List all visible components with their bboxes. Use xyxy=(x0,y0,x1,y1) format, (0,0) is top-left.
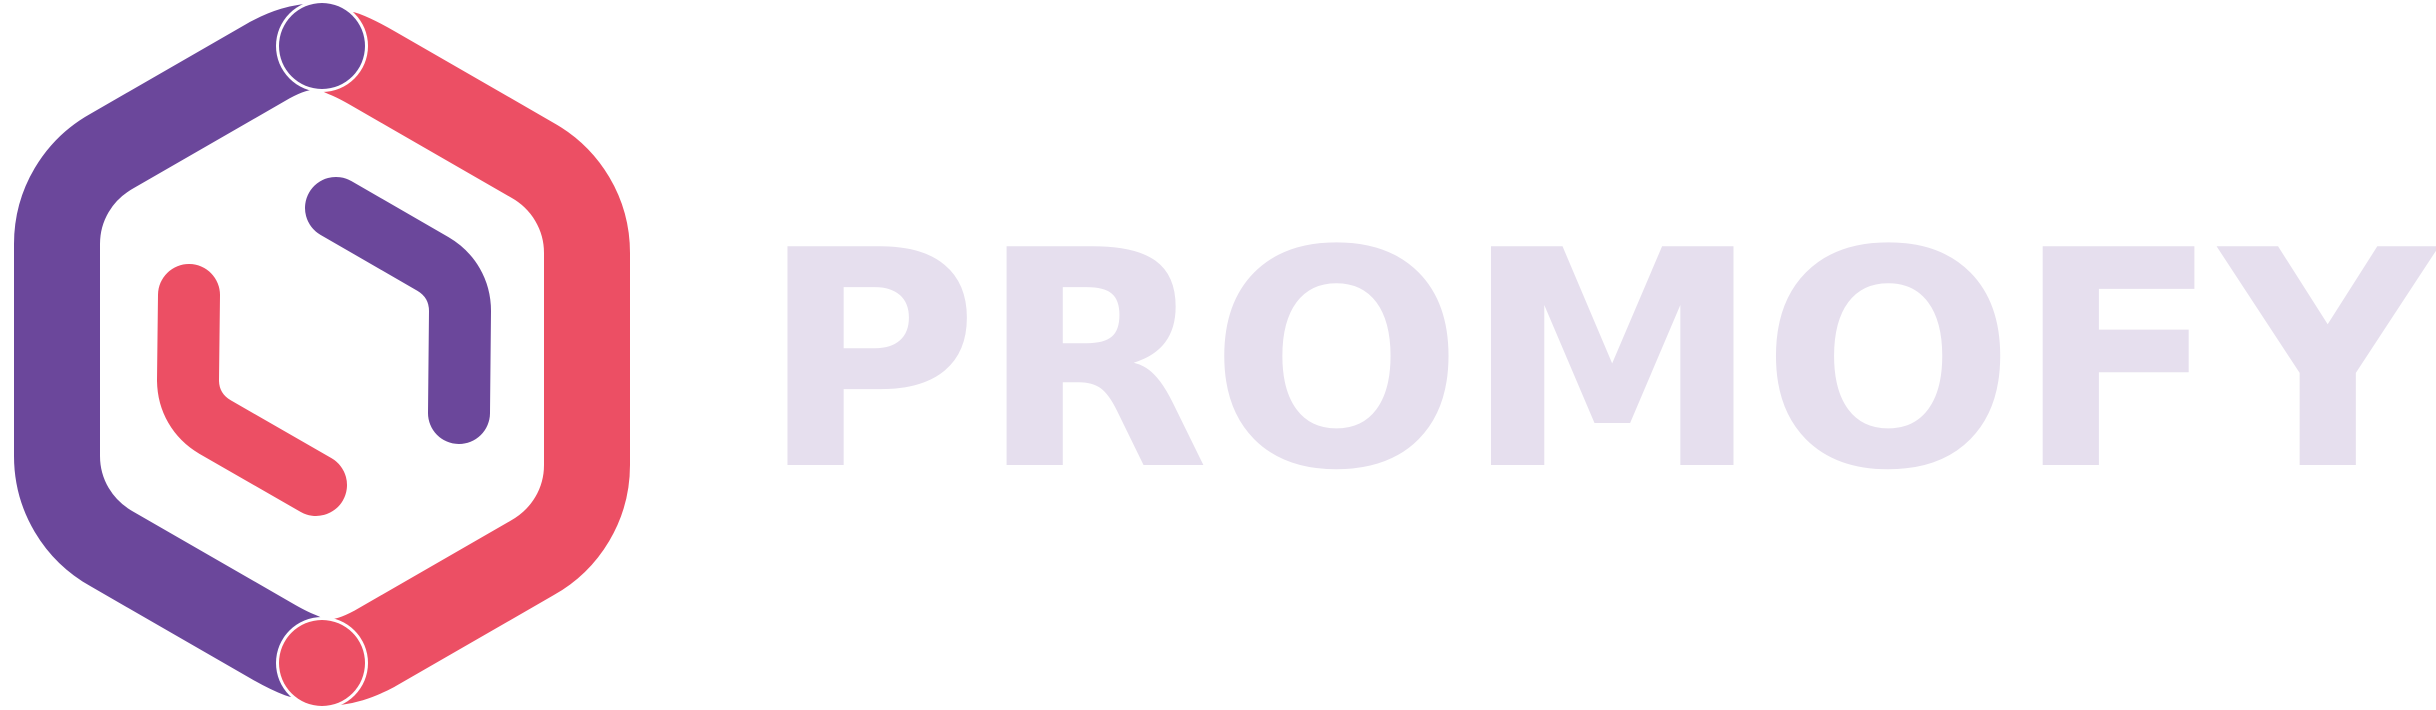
purple-end-cap-icon xyxy=(279,3,365,89)
inner-purple-chevron-icon xyxy=(305,177,491,444)
promofy-logo: PROMOFY xyxy=(0,0,2436,710)
wordmark: PROMOFY xyxy=(760,213,2436,493)
inner-red-chevron-icon xyxy=(157,264,347,516)
hexagon-logo-mark-icon xyxy=(14,0,630,709)
brand-name: PROMOFY xyxy=(760,213,2436,493)
red-end-cap-icon xyxy=(279,620,365,706)
